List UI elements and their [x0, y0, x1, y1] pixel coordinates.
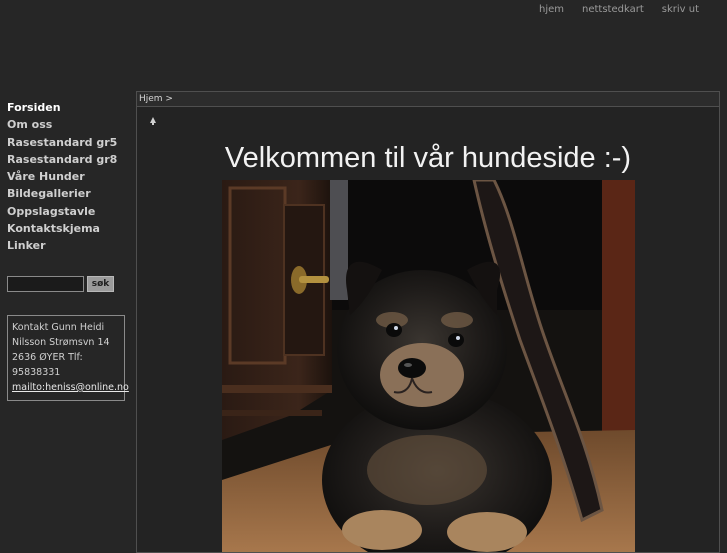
home-link[interactable]: hjem	[539, 4, 564, 15]
contact-box: Kontakt Gunn Heidi Nilsson Strømsvn 14 2…	[7, 315, 129, 401]
menu-item-forsiden[interactable]: Forsiden	[7, 99, 129, 116]
puppy-photo	[222, 180, 635, 552]
menu-item-linker[interactable]: Linker	[7, 237, 129, 254]
menu-item-rasestandard-gr5[interactable]: Rasestandard gr5	[7, 134, 129, 151]
search-button[interactable]: søk	[87, 276, 114, 292]
main-menu: Forsiden Om oss Rasestandard gr5 Rasesta…	[7, 99, 129, 255]
menu-item-vare-hunder[interactable]: Våre Hunder	[7, 168, 129, 185]
menu-item-oppslagstavle[interactable]: Oppslagstavle	[7, 203, 129, 220]
contact-email-link[interactable]: mailto:heniss@online.no	[12, 382, 129, 393]
sidebar: Forsiden Om oss Rasestandard gr5 Rasesta…	[7, 99, 129, 401]
menu-item-rasestandard-gr8[interactable]: Rasestandard gr8	[7, 151, 129, 168]
top-navigation: hjem nettstedkart skriv ut	[539, 4, 699, 15]
menu-item-bildegallerier[interactable]: Bildegallerier	[7, 185, 129, 202]
search-input[interactable]	[7, 276, 84, 292]
sitemap-link[interactable]: nettstedkart	[582, 4, 644, 15]
breadcrumb-home-link[interactable]: Hjem >	[139, 94, 173, 104]
search-form: søk	[7, 276, 114, 292]
page-title: Velkommen til vår hundeside :-)	[224, 142, 632, 174]
menu-item-kontaktskjema[interactable]: Kontaktskjema	[7, 220, 129, 237]
breadcrumb: Hjem >	[137, 92, 719, 107]
menu-item-om-oss[interactable]: Om oss	[7, 116, 129, 133]
anchor-icon	[150, 117, 156, 125]
main-content: Hjem > Velkommen til vår hundeside :-)	[136, 91, 720, 553]
print-link[interactable]: skriv ut	[662, 4, 699, 15]
contact-text: Kontakt Gunn Heidi Nilsson Strømsvn 14 2…	[12, 322, 110, 378]
